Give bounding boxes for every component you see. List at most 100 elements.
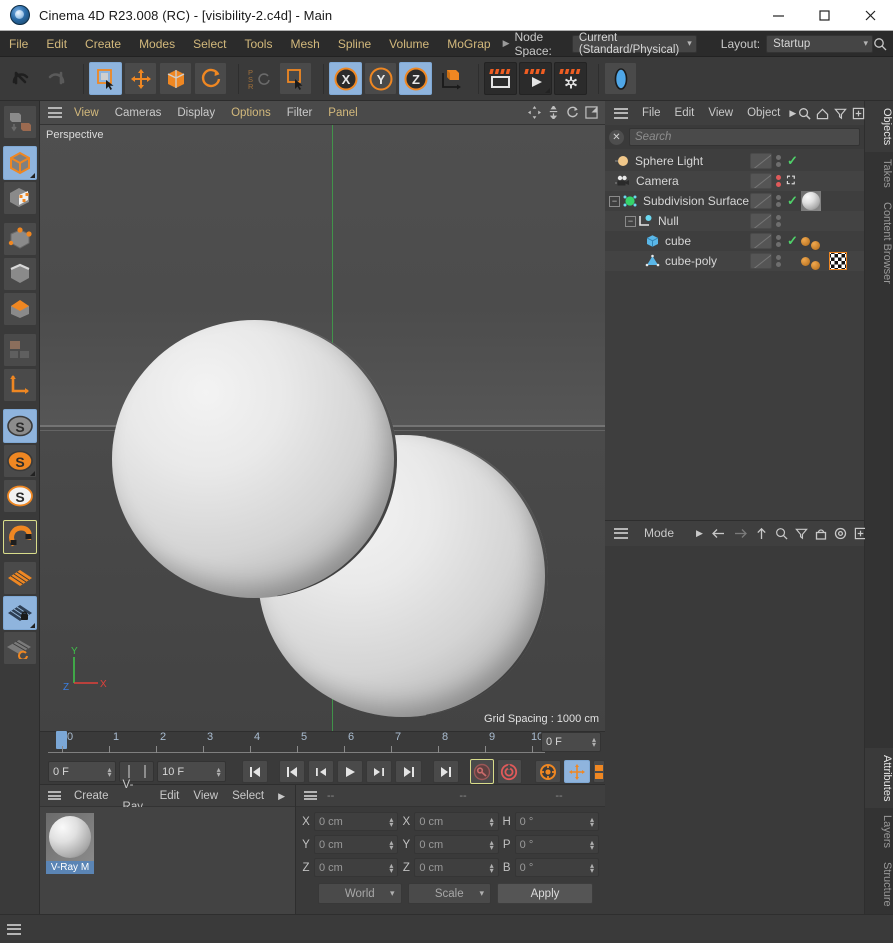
- object-row-null[interactable]: − Null: [605, 211, 864, 231]
- close-button[interactable]: [847, 0, 893, 30]
- texture-mode-icon[interactable]: [2, 181, 37, 215]
- viewport-menu-burger-icon[interactable]: [40, 107, 66, 118]
- object-tags[interactable]: [801, 252, 847, 270]
- menu-volume[interactable]: Volume: [380, 31, 438, 57]
- rotation-p-field[interactable]: 0 ° ▴ ▾: [514, 835, 599, 854]
- attribute-overflow-arrow-icon[interactable]: ▶: [682, 528, 711, 539]
- points-mode-icon[interactable]: [2, 222, 37, 256]
- material-manager-burger-icon[interactable]: [40, 791, 67, 800]
- object-menu-view[interactable]: View: [701, 101, 740, 125]
- menu-mesh[interactable]: Mesh: [281, 31, 328, 57]
- object-row-subdivision-surface[interactable]: − Subdivision Surface ✓: [605, 191, 864, 211]
- enable-axis-icon[interactable]: S: [2, 409, 37, 443]
- attribute-manager-body[interactable]: [605, 545, 864, 914]
- rotate-tool-icon[interactable]: [194, 62, 227, 95]
- step-forward-icon[interactable]: [366, 760, 393, 783]
- search-icon[interactable]: [775, 527, 788, 540]
- add-layer-icon[interactable]: [852, 107, 865, 120]
- object-tree[interactable]: Sphere Light ✓ Camera ⛶ − Subdivision Su…: [605, 149, 864, 520]
- tag-icon[interactable]: [811, 260, 820, 270]
- play-icon[interactable]: [337, 760, 364, 783]
- object-row-sphere-light[interactable]: Sphere Light ✓: [605, 151, 864, 171]
- object-manager-burger-icon[interactable]: [605, 107, 635, 119]
- go-to-previous-keyframe-icon[interactable]: [279, 760, 306, 783]
- render-view-icon[interactable]: [484, 62, 517, 95]
- tag-icon[interactable]: [801, 236, 810, 246]
- visibility-toggle[interactable]: [750, 193, 772, 209]
- workplane-mode-icon[interactable]: [2, 333, 37, 367]
- current-frame-field[interactable]: 0 F ▴ ▾: [541, 732, 601, 752]
- position-y-field[interactable]: 0 cm ▴ ▾: [314, 835, 399, 854]
- menu-spline[interactable]: Spline: [329, 31, 380, 57]
- coordinate-mode-select[interactable]: Scale ▾: [407, 883, 491, 904]
- viewport-menu-display[interactable]: Display: [169, 101, 223, 125]
- material-item[interactable]: V-Ray M: [46, 813, 94, 875]
- visibility-dots[interactable]: [776, 215, 781, 227]
- z-axis-icon[interactable]: Z: [399, 62, 432, 95]
- scale-tool-icon[interactable]: [159, 62, 192, 95]
- move-tool-icon[interactable]: [124, 62, 157, 95]
- timeline-ruler[interactable]: 0 1 2 3 4 5 6 7 8 9 10 0 F ▴ ▾: [48, 731, 605, 758]
- keyframe-settings-icon[interactable]: [534, 760, 561, 783]
- visibility-dots[interactable]: [776, 235, 781, 247]
- viewport-3d[interactable]: Perspective Y Z X Grid Spacing : 1000 cm: [40, 125, 605, 731]
- menu-overflow-arrow-icon[interactable]: ▶: [500, 38, 513, 49]
- material-menu-view[interactable]: View: [186, 785, 225, 807]
- planar-workplane-icon[interactable]: [2, 631, 37, 665]
- autokeying-icon[interactable]: [497, 759, 522, 784]
- tab-objects[interactable]: Objects: [865, 101, 893, 153]
- menu-create[interactable]: Create: [76, 31, 130, 57]
- visibility-toggle[interactable]: [750, 213, 772, 229]
- object-menu-object[interactable]: Object: [740, 101, 787, 125]
- world-object-coordinates-icon[interactable]: [434, 62, 467, 95]
- up-arrow-icon[interactable]: [755, 527, 768, 540]
- clear-search-icon[interactable]: ✕: [609, 129, 624, 145]
- enabled-check-icon[interactable]: ✓: [787, 153, 798, 169]
- material-menu-select[interactable]: Select: [225, 785, 271, 807]
- material-menu-overflow-arrow-icon[interactable]: ▶: [271, 785, 295, 807]
- quantize-icon[interactable]: S: [2, 479, 37, 513]
- y-axis-icon[interactable]: Y: [364, 62, 397, 95]
- visibility-dots[interactable]: [776, 255, 781, 267]
- tag-icon[interactable]: [811, 240, 820, 250]
- preview-end-field[interactable]: 10 F ▴ ▾: [157, 761, 226, 782]
- minimize-button[interactable]: [755, 0, 801, 30]
- preview-start-field[interactable]: 0 F ▴ ▾: [48, 761, 117, 782]
- maximize-viewport-icon[interactable]: [585, 106, 598, 119]
- viewport-menu-filter[interactable]: Filter: [279, 101, 321, 125]
- target-icon[interactable]: [834, 527, 847, 540]
- lock-icon[interactable]: [815, 527, 827, 540]
- visibility-dots[interactable]: [776, 155, 781, 167]
- texture-tag-icon[interactable]: [829, 252, 847, 270]
- node-space-select[interactable]: Current (Standard/Physical) ▾: [571, 32, 697, 56]
- tab-structure[interactable]: Structure: [865, 855, 893, 914]
- axis-mode-icon[interactable]: [2, 368, 37, 402]
- apply-button[interactable]: Apply: [497, 883, 593, 904]
- enabled-check-icon[interactable]: ✓: [787, 193, 798, 209]
- position-key-icon[interactable]: [563, 760, 590, 783]
- size-z-field[interactable]: 0 cm ▴ ▾: [414, 858, 499, 877]
- step-back-icon[interactable]: [308, 760, 335, 783]
- content-browser-icon[interactable]: [604, 62, 637, 95]
- object-menu-file[interactable]: File: [635, 101, 668, 125]
- tab-takes[interactable]: Takes: [865, 152, 893, 196]
- pan-view-icon[interactable]: [528, 106, 541, 119]
- undo-icon[interactable]: [4, 62, 37, 95]
- menu-tools[interactable]: Tools: [235, 31, 281, 57]
- model-mode-icon[interactable]: [2, 146, 37, 180]
- make-editable-icon[interactable]: [2, 105, 37, 139]
- scale-key-icon[interactable]: [592, 760, 605, 783]
- redo-icon[interactable]: [39, 62, 72, 95]
- attribute-manager-burger-icon[interactable]: [605, 527, 636, 539]
- position-z-field[interactable]: 0 cm ▴ ▾: [314, 858, 399, 877]
- visibility-dots[interactable]: [776, 195, 781, 207]
- filter-icon[interactable]: [834, 107, 848, 120]
- visibility-toggle[interactable]: [750, 253, 772, 269]
- render-to-picture-viewer-icon[interactable]: [519, 62, 552, 95]
- coordinate-manager-burger-icon[interactable]: [296, 791, 327, 800]
- object-tags[interactable]: [801, 236, 822, 250]
- enable-snapping-icon[interactable]: S: [2, 444, 37, 478]
- search-icon[interactable]: [873, 37, 887, 51]
- lock-workplane-icon[interactable]: [2, 596, 37, 630]
- size-x-field[interactable]: 0 cm ▴ ▾: [414, 812, 499, 831]
